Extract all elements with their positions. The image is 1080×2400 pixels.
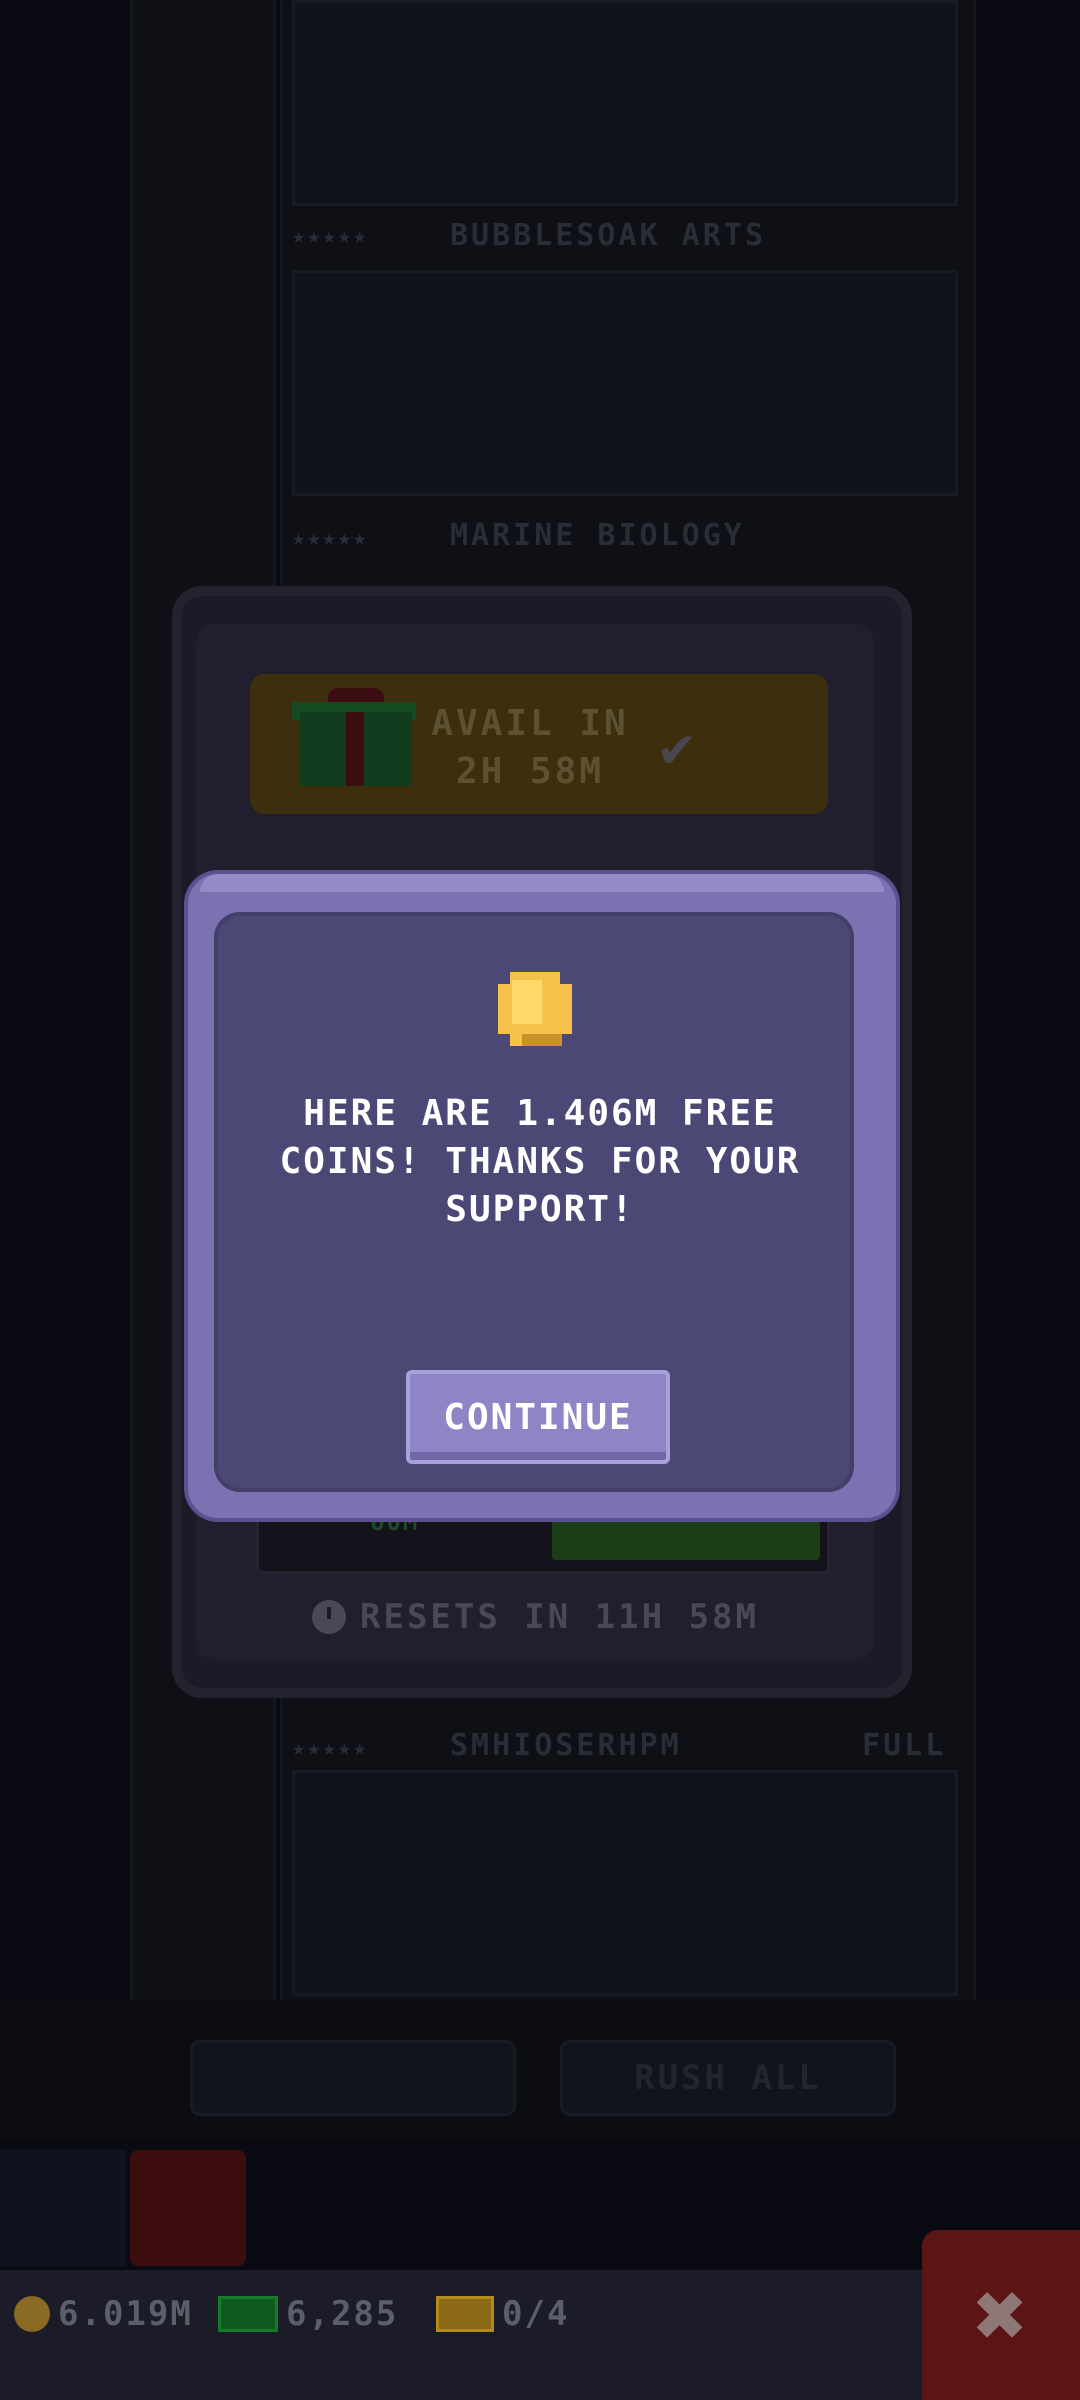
floor-name: BUBBLESOAK ARTS [450,218,766,253]
floor-room [292,0,958,206]
bux-icon [218,2296,278,2332]
resets-label: RESETS IN 11H 58M [360,1597,759,1637]
rush-all-button[interactable]: RUSH ALL [560,2040,896,2116]
coin-icon [498,972,572,1046]
bottom-toolbar [0,2000,1080,2140]
side-button-red[interactable] [130,2150,246,2266]
tickets-counter: 0/4 [436,2294,569,2334]
floor-status: FULL [862,1728,947,1763]
ticket-icon [436,2296,494,2332]
gift-avail-line2: 2H 58M [455,751,605,792]
reward-message: HERE ARE 1.406M FREE COINS! THANKS FOR Y… [279,1093,801,1230]
bux-counter: 6,285 [218,2294,398,2334]
floor-stars: ★★★★★ [292,1736,369,1761]
bux-value: 6,285 [286,2294,399,2334]
floor-name: SMHIOSERHPM [450,1728,682,1763]
check-icon: ✔ [660,715,694,780]
continue-button[interactable]: CONTINUE [406,1370,670,1464]
currency-bar [0,2270,1080,2400]
coins-value: 6.019M [58,2294,193,2334]
resets-timer: RESETS IN 11H 58M [312,1592,759,1642]
reward-dialog-edge [200,874,884,892]
coin-small-icon [14,2296,50,2332]
gift-icon [292,688,416,788]
gift-availability: AVAIL IN 2H 58M [420,700,640,796]
floor-room [292,270,958,496]
side-button[interactable] [0,2150,126,2266]
floor-name: MARINE BIOLOGY [450,518,745,553]
floor-stars: ★★★★★ [292,224,369,249]
floor-stars: ★★★★★ [292,526,369,551]
gift-avail-line1: AVAIL IN [431,703,629,744]
toolbar-left-button[interactable] [190,2040,516,2116]
clock-icon [312,1600,346,1634]
tickets-value: 0/4 [502,2294,570,2334]
floor-room [292,1770,958,1996]
close-icon[interactable]: ✖ [922,2230,1080,2400]
coins-counter: 6.019M [14,2294,193,2334]
